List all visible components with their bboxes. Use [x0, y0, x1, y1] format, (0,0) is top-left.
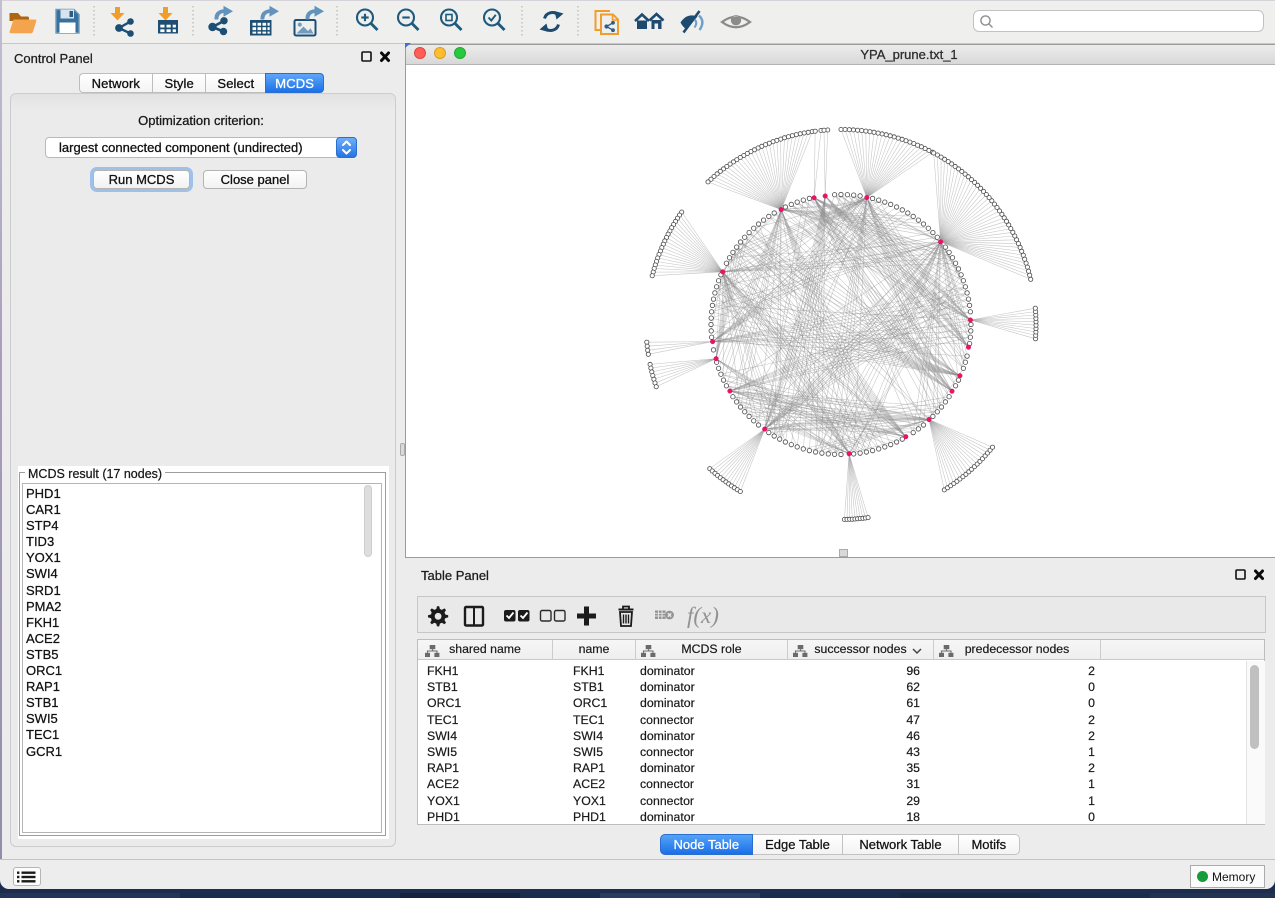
svg-text:f(x): f(x)	[687, 603, 719, 628]
